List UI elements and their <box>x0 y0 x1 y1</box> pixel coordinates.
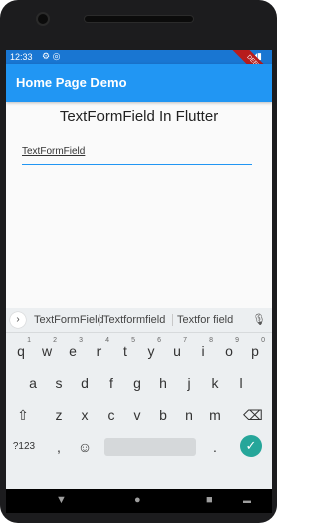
key-row-1: q1w2e3r4t5y6u7i8o9p0 <box>6 337 272 366</box>
key-hint: 3 <box>79 337 83 344</box>
key-label: y <box>147 343 155 359</box>
text-form-field[interactable] <box>22 142 252 165</box>
key-v[interactable]: v <box>126 402 148 428</box>
key-u[interactable]: u7 <box>166 337 188 364</box>
home-icon[interactable]: ● <box>134 494 141 506</box>
key-r[interactable]: r4 <box>88 337 110 364</box>
key-a[interactable]: a <box>22 370 44 396</box>
key-label: t <box>123 343 127 359</box>
backspace-key[interactable]: ⌫ <box>242 402 264 428</box>
key-hint: 9 <box>235 337 239 344</box>
key-w[interactable]: w2 <box>36 337 58 364</box>
status-left-icons: ⚙ ◎ <box>42 51 61 61</box>
emoji-key[interactable]: ☺ <box>74 434 96 460</box>
suggestion-divider <box>172 314 173 326</box>
status-time: 12:33 <box>10 52 33 62</box>
key-row-2: asdfghjkl <box>6 370 272 398</box>
suggestion-1[interactable]: TextFormField <box>34 314 104 326</box>
key-label: r <box>96 343 102 359</box>
camera <box>38 14 48 24</box>
key-q[interactable]: q1 <box>10 337 32 364</box>
key-row-4: ?123 , ☺ . ✓ <box>6 434 272 462</box>
screen: 12:33 ⚙ ◎ ▼◢▮ DEBUG Home Page Demo TextF… <box>6 50 272 489</box>
key-h[interactable]: h <box>152 370 174 396</box>
key-label: e <box>69 343 77 359</box>
key-label: i <box>201 343 205 359</box>
key-p[interactable]: p0 <box>244 337 266 364</box>
key-label: u <box>173 343 181 359</box>
phone-frame: 12:33 ⚙ ◎ ▼◢▮ DEBUG Home Page Demo TextF… <box>0 0 277 523</box>
symbols-key[interactable]: ?123 <box>10 434 38 460</box>
app-bar: Home Page Demo <box>6 64 272 102</box>
key-hint: 4 <box>105 337 109 344</box>
suggestion-divider <box>99 314 100 326</box>
key-x[interactable]: x <box>74 402 96 428</box>
keyboard-switch-icon[interactable]: ▬ <box>243 496 251 505</box>
key-b[interactable]: b <box>152 402 174 428</box>
key-label: p <box>251 343 259 359</box>
key-l[interactable]: l <box>230 370 252 396</box>
enter-key[interactable]: ✓ <box>240 435 262 457</box>
shift-key[interactable]: ⇧ <box>12 402 34 428</box>
key-hint: 7 <box>183 337 187 344</box>
key-label: q <box>17 343 25 359</box>
key-c[interactable]: c <box>100 402 122 428</box>
comma-key[interactable]: , <box>48 434 70 460</box>
key-m[interactable]: m <box>204 402 226 428</box>
suggestion-3[interactable]: Textfor field <box>177 314 233 326</box>
key-o[interactable]: o9 <box>218 337 240 364</box>
key-label: o <box>225 343 233 359</box>
space-bar[interactable] <box>104 438 196 456</box>
status-bar: 12:33 ⚙ ◎ ▼◢▮ DEBUG <box>6 50 272 93</box>
key-hint: 6 <box>157 337 161 344</box>
microphone-icon[interactable]: 🎙 <box>252 313 266 326</box>
key-y[interactable]: y6 <box>140 337 162 364</box>
key-f[interactable]: f <box>100 370 122 396</box>
key-row-3: ⇧ zxcvbnm ⌫ <box>6 402 272 430</box>
key-j[interactable]: j <box>178 370 200 396</box>
key-z[interactable]: z <box>48 402 70 428</box>
period-key[interactable]: . <box>204 434 226 460</box>
key-k[interactable]: k <box>204 370 226 396</box>
speaker <box>85 16 193 22</box>
key-hint: 8 <box>209 337 213 344</box>
key-hint: 1 <box>27 337 31 344</box>
key-label: w <box>41 343 53 359</box>
key-hint: 5 <box>131 337 135 344</box>
page-heading: TextFormField In Flutter <box>59 108 219 125</box>
key-g[interactable]: g <box>126 370 148 396</box>
suggestion-bar: › TextFormField Textformfield Textfor fi… <box>6 308 272 333</box>
navigation-bar: ▼ ● ■ ▬ <box>6 489 272 513</box>
key-i[interactable]: i8 <box>192 337 214 364</box>
text-input[interactable] <box>22 142 252 160</box>
key-s[interactable]: s <box>48 370 70 396</box>
app-title: Home Page Demo <box>16 75 127 90</box>
key-d[interactable]: d <box>74 370 96 396</box>
suggestion-expand-icon[interactable]: › <box>10 312 26 328</box>
recents-icon[interactable]: ■ <box>206 494 213 506</box>
key-hint: 0 <box>261 337 265 344</box>
key-hint: 2 <box>53 337 57 344</box>
soft-keyboard: › TextFormField Textformfield Textfor fi… <box>6 308 272 489</box>
back-icon[interactable]: ▼ <box>56 494 67 506</box>
key-t[interactable]: t5 <box>114 337 136 364</box>
key-n[interactable]: n <box>178 402 200 428</box>
key-e[interactable]: e3 <box>62 337 84 364</box>
suggestion-2[interactable]: Textformfield <box>103 314 165 326</box>
